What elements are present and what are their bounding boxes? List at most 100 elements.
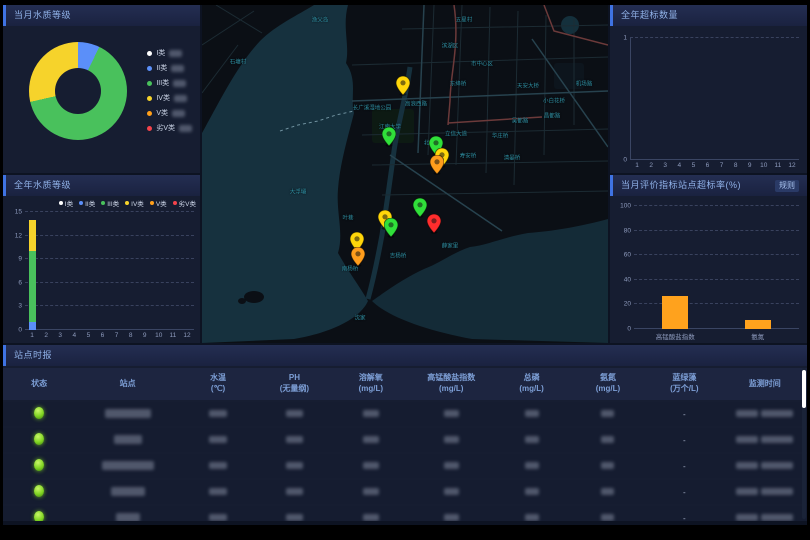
map-pin-icon[interactable] (382, 127, 396, 147)
gridline (630, 37, 799, 38)
year-exceed-bar-chart: 01123456789101112 (610, 26, 807, 173)
status-cell (3, 402, 75, 426)
panel-year-grade-body: I类II类III类IV类V类劣V类 0369121512345678910111… (3, 196, 200, 343)
y-axis-tick-label: 0 (6, 327, 22, 334)
column-header-unit: (mg/L) (493, 384, 569, 395)
time-cell (723, 480, 807, 504)
value-redacted (525, 462, 539, 469)
table-scrollbar-thumb[interactable] (802, 370, 806, 408)
table-row[interactable]: - (3, 454, 807, 478)
value-redacted (525, 436, 539, 443)
status-cell (3, 454, 75, 478)
legend-item[interactable]: V类 (147, 108, 192, 118)
map-pin-icon[interactable] (351, 247, 365, 267)
map-place-label: 叶巷 (342, 213, 353, 221)
column-header-label: 站点 (75, 379, 180, 390)
legend-item[interactable]: 劣V类 (147, 123, 192, 133)
value-cell (409, 480, 493, 504)
value-redacted (209, 410, 227, 417)
time-redacted (761, 410, 793, 417)
column-header-label: 高锰酸盐指数 (409, 373, 493, 384)
column-header-label: 监测时间 (723, 379, 807, 390)
map-pin-icon[interactable] (384, 218, 398, 238)
algae-cell: - (646, 480, 722, 504)
value-redacted (601, 436, 614, 443)
station-name-redacted (116, 513, 140, 522)
x-axis-tick-label: 6 (706, 162, 710, 169)
legend-item[interactable]: I类 (147, 48, 192, 58)
station-cell (75, 428, 180, 452)
value-redacted (286, 488, 303, 495)
time-cell (723, 454, 807, 478)
y-axis-line (630, 38, 631, 160)
month-rate-bar-chart: 020406080100高锰酸盐指数氨氮 (610, 196, 807, 343)
gridline (25, 282, 194, 283)
table-row[interactable]: - (3, 402, 807, 426)
panel-month-grade-body: I类 II类 III类 IV类 V类劣V类 (3, 26, 200, 173)
table-scrollbar[interactable] (802, 368, 806, 519)
column-header-unit: (mg/L) (333, 384, 409, 395)
panel-year-exceed-body: 01123456789101112 (610, 26, 807, 173)
map-pin-icon[interactable] (396, 76, 410, 96)
x-axis-tick-label: 6 (101, 332, 105, 339)
legend-item[interactable]: III类 (147, 78, 192, 88)
chart-plot: 020406080100 (634, 206, 799, 329)
algae-cell: - (646, 506, 722, 521)
y-axis-tick-label: 6 (6, 279, 22, 286)
panel-title: 全年超标数量 (621, 5, 678, 26)
gridline (25, 211, 194, 212)
value-redacted (601, 488, 614, 495)
value-cell (570, 506, 646, 521)
y-axis-tick-label: 9 (6, 256, 22, 263)
map-place-label: 吴都路 (512, 116, 529, 124)
legend-item[interactable]: IV类 (147, 93, 192, 103)
table-row[interactable]: - (3, 506, 807, 521)
date-redacted (736, 514, 758, 521)
column-header-label: 水温 (180, 373, 256, 384)
date-redacted (736, 410, 758, 417)
gridline (25, 305, 194, 306)
value-redacted (209, 488, 227, 495)
map-pin-icon[interactable] (427, 214, 441, 234)
value-redacted (444, 514, 459, 521)
value-cell (570, 454, 646, 478)
value-cell (570, 402, 646, 426)
value-cell (256, 428, 332, 452)
column-header: 高锰酸盐指数(mg/L) (409, 368, 493, 400)
y-axis-tick-label: 40 (615, 276, 631, 283)
legend-item[interactable]: II类 (147, 63, 192, 73)
x-axis-tick-label: 12 (788, 162, 795, 169)
x-axis-tick-label: 7 (720, 162, 724, 169)
legend-dot-icon (147, 126, 152, 131)
value-redacted (444, 410, 459, 417)
column-header-unit: (mg/L) (570, 384, 646, 395)
map-pin-icon[interactable] (413, 198, 427, 218)
map-pin-icon[interactable] (430, 155, 444, 175)
legend-dot-icon (147, 81, 152, 86)
x-axis-tick-label: 3 (663, 162, 667, 169)
x-axis-tick-label: 氨氮 (751, 331, 764, 341)
table-row[interactable]: - (3, 480, 807, 504)
legend-value-redacted (172, 110, 185, 117)
panel-title: 全年水质等级 (14, 175, 71, 196)
map-canvas[interactable]: 渔父岛石塘村五星村滨湖区市中心区东绛桥天安大桥机场路小白花桥高浪西路长广溪湿地公… (202, 5, 608, 343)
value-cell (570, 480, 646, 504)
y-axis-tick-label: 0 (611, 157, 627, 164)
x-axis-tick-label: 5 (692, 162, 696, 169)
station-table: 状态站点水温(℃)PH(无量纲)溶解氧(mg/L)高锰酸盐指数(mg/L)总磷(… (3, 366, 807, 521)
map-place-label: 长广溪湿地公园 (353, 103, 392, 111)
station-cell (75, 454, 180, 478)
rule-button[interactable]: 规则 (775, 180, 799, 192)
table-row[interactable]: - (3, 428, 807, 452)
dashboard: 当月水质等级 I类II类III类IV类V类劣V类 全年水质等级 I类II类III… (0, 0, 810, 540)
algae-cell: - (646, 454, 722, 478)
legend-value-redacted (173, 80, 186, 87)
x-axis-labels: 高锰酸盐指数氨氮 (634, 329, 799, 343)
map-place-label: 石塘村 (230, 57, 247, 65)
value-redacted (601, 514, 614, 521)
x-axis-labels: 123456789101112 (630, 160, 799, 173)
legend-label: IV类 (156, 93, 170, 103)
dashboard-grid: 当月水质等级 I类II类III类IV类V类劣V类 全年水质等级 I类II类III… (3, 5, 807, 525)
x-axis-tick-label: 5 (87, 332, 91, 339)
map-place-label: 大浮壩 (290, 187, 307, 195)
